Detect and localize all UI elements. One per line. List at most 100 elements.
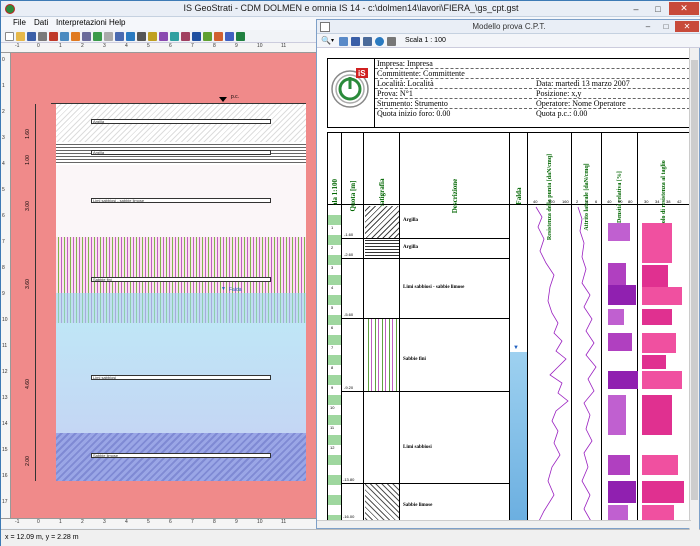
tool-icon[interactable] — [148, 31, 157, 41]
layer-description: Limi sabbiosi - sabbie limose — [403, 285, 465, 290]
close-button[interactable]: ✕ — [675, 21, 699, 32]
tool-icon[interactable] — [192, 31, 201, 41]
tool-icon[interactable] — [159, 31, 168, 41]
layer-boundary — [342, 483, 510, 484]
layer-argilla-1[interactable]: Argilla — [56, 104, 306, 142]
header-prova: Prova: N°1 — [375, 89, 532, 99]
layer-description: Argilla — [403, 218, 418, 223]
new-file-icon[interactable] — [5, 31, 14, 41]
axis-tick: 2 — [576, 199, 579, 204]
copy-icon[interactable] — [339, 37, 348, 46]
menu-interpretazioni[interactable]: Interpretazioni — [56, 18, 107, 27]
ruler-tick: 10 — [2, 317, 8, 323]
print-icon[interactable] — [38, 31, 47, 41]
header-committente: Committente: Committente — [375, 69, 690, 79]
ruler-tick: 0 — [37, 519, 40, 525]
chart-icon[interactable] — [170, 31, 179, 41]
ruler-tick: 8 — [213, 43, 216, 49]
layer-argilla-2[interactable]: Argilla — [56, 142, 306, 165]
maximize-button[interactable]: □ — [657, 21, 675, 32]
ruler-bottom: -1 0 1 2 3 4 5 6 7 8 9 10 11 — [1, 518, 316, 528]
ruler-tick: 8 — [2, 265, 5, 271]
tool-icon[interactable] — [71, 31, 80, 41]
scale-indicator[interactable]: Scala 1 : 100 — [405, 37, 446, 44]
menu-file[interactable]: File — [13, 18, 26, 27]
vertical-scrollbar[interactable] — [689, 48, 699, 530]
globe-icon[interactable] — [126, 31, 135, 41]
report-header: iS Impresa: Impresa Committente: Committ… — [327, 58, 691, 128]
ruler-tick: 4 — [125, 43, 128, 49]
ruler-tick: 2 — [81, 43, 84, 49]
column-densita: Densità relativa [%] — [602, 133, 638, 223]
column-quota: Quota [m] — [342, 133, 364, 211]
ruler-tick: 10 — [257, 43, 263, 49]
tool-icon[interactable] — [225, 31, 234, 41]
ruler-tick: 6 — [2, 213, 5, 219]
tool-icon[interactable] — [203, 31, 212, 41]
layer-label: Limi sabbiosi - sabbie limose — [91, 198, 271, 203]
descrizione-column — [400, 205, 510, 525]
settings-icon[interactable] — [375, 37, 384, 46]
falda-label: Falda — [229, 287, 242, 293]
layer-limi-sabbiosi[interactable]: Limi sabbiosi — [56, 323, 306, 433]
quota-label: -5.60 — [344, 312, 354, 317]
zoom-icon[interactable]: 🔍 — [321, 36, 331, 45]
cpt-window-controls: – □ ✕ — [639, 21, 699, 32]
tool-icon[interactable] — [93, 31, 102, 41]
ruler-tick: 1 — [59, 43, 62, 49]
section-canvas[interactable]: p.c. Argilla Argilla Limi sabbiosi - sab… — [11, 53, 316, 518]
depth-tick: 5 — [331, 305, 334, 310]
axis-tick: 42 — [677, 199, 682, 204]
strat-pattern-argilla — [365, 206, 399, 238]
ruler-tick: 0 — [37, 43, 40, 49]
grid-icon[interactable] — [104, 31, 113, 41]
ruler-tick: 3 — [103, 519, 106, 525]
horizontal-scrollbar[interactable] — [317, 520, 691, 528]
depth-tick: 9 — [331, 385, 334, 390]
axis-tick: 120 — [548, 199, 555, 204]
export-icon[interactable] — [363, 37, 372, 46]
cpt-toolbar: 🔍 ▾ Scala 1 : 100 — [317, 34, 700, 48]
layer-sabbie-limose[interactable]: Sabbie limose — [56, 433, 306, 481]
menu-dati[interactable]: Dati — [34, 18, 48, 27]
tool-icon[interactable] — [115, 31, 124, 41]
logo-cell: iS — [328, 59, 375, 127]
close-button[interactable]: ✕ — [669, 2, 699, 15]
maximize-button[interactable]: □ — [647, 2, 669, 15]
open-folder-icon[interactable] — [16, 31, 25, 41]
tool-icon[interactable] — [82, 31, 91, 41]
ruler-tick: 5 — [147, 43, 150, 49]
window-controls: – □ ✕ — [625, 2, 699, 15]
tool-icon[interactable] — [214, 31, 223, 41]
layer-limi-sabbie[interactable]: Limi sabbiosi - sabbie limose — [56, 165, 306, 237]
tool-icon[interactable] — [181, 31, 190, 41]
ruler-tick: 15 — [2, 447, 8, 453]
axis-tick: 160 — [562, 199, 569, 204]
depth-tick: 3 — [331, 265, 334, 270]
depth-tick: 4 — [331, 285, 334, 290]
ruler-tick: 2 — [2, 109, 5, 115]
scrollbar-thumb[interactable] — [691, 60, 698, 500]
zoom-dropdown-icon[interactable]: ▾ — [331, 37, 334, 44]
save-icon[interactable] — [27, 31, 36, 41]
minimize-button[interactable]: – — [625, 2, 647, 15]
ruler-tick: 14 — [2, 421, 8, 427]
column-stratigrafia: Stratigrafia — [364, 133, 400, 214]
tool-icon[interactable] — [137, 31, 146, 41]
strat-pattern-sabbie-fini — [365, 318, 399, 391]
menu-help[interactable]: Help — [109, 18, 125, 27]
resistenza-curve — [535, 206, 569, 524]
print-icon[interactable] — [387, 37, 396, 46]
thickness-axis — [35, 104, 36, 481]
axis-tick: 80 — [628, 199, 633, 204]
tool-icon[interactable] — [60, 31, 69, 41]
tool-icon[interactable] — [49, 31, 58, 41]
tool-icon[interactable] — [236, 31, 245, 41]
save-icon[interactable] — [351, 37, 360, 46]
quota-label: -2.60 — [344, 252, 354, 257]
layer-boundary — [342, 318, 510, 319]
ruler-tick: 3 — [2, 135, 5, 141]
header-localita: Località: Località — [375, 79, 532, 89]
minimize-button[interactable]: – — [639, 21, 657, 32]
ruler-tick: 6 — [169, 519, 172, 525]
